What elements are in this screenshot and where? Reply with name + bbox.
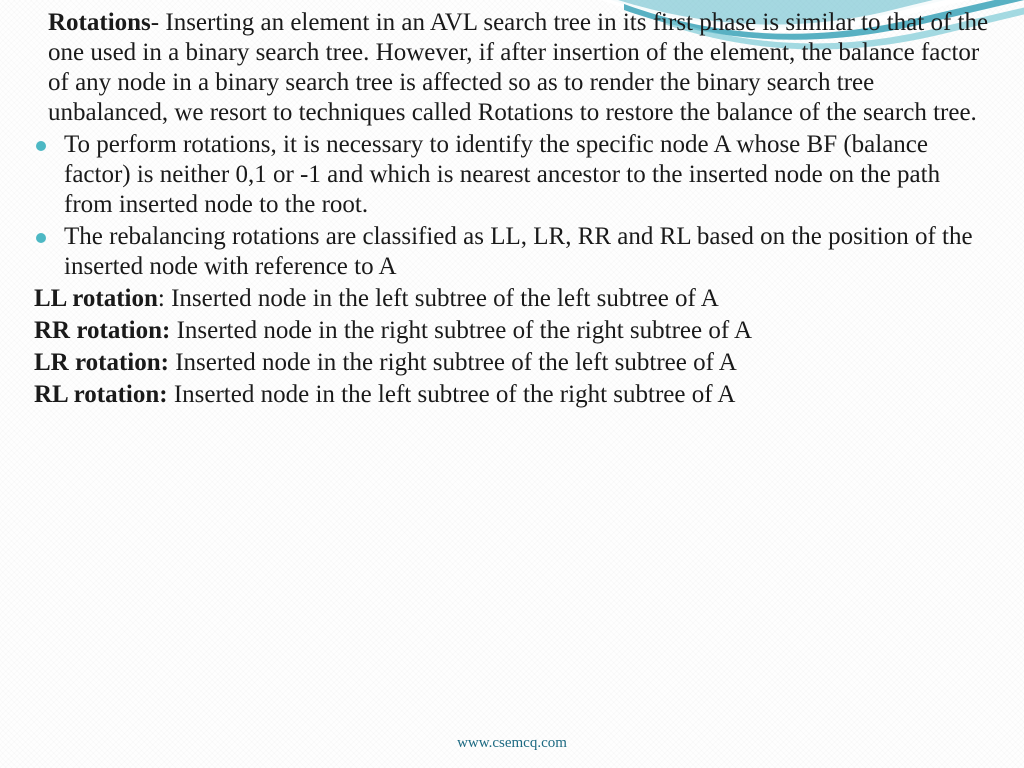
bullet-item: To perform rotations, it is necessary to… [34,130,990,220]
rr-rotation-line: RR rotation: Inserted node in the right … [34,316,990,346]
slide-content: Rotations- Inserting an element in an AV… [0,0,1024,410]
intro-heading: Rotations [48,9,151,36]
footer-url: www.csemcq.com [0,735,1024,752]
rl-rotation-line: RL rotation: Inserted node in the left s… [34,380,990,410]
rotation-desc: Inserted node in the right subtree of th… [175,349,737,376]
intro-text: - Inserting an element in an AVL search … [48,9,988,126]
rotation-label: LR rotation: [34,349,169,376]
rotation-label: LL rotation [34,285,158,312]
rotation-label: RL rotation: [34,381,168,408]
rotation-label: RR rotation: [34,317,170,344]
bullet-icon [36,141,46,151]
bullet-text: To perform rotations, it is necessary to… [64,130,990,220]
rotation-desc: Inserted node in the left subtree of the… [171,285,719,312]
rotation-desc: Inserted node in the right subtree of th… [177,317,753,344]
ll-rotation-line: LL rotation: Inserted node in the left s… [34,284,990,314]
bullet-text: The rebalancing rotations are classified… [64,222,990,282]
bullet-icon [36,233,46,243]
bullet-item: The rebalancing rotations are classified… [34,222,990,282]
intro-paragraph: Rotations- Inserting an element in an AV… [34,8,990,128]
rotation-desc: Inserted node in the left subtree of the… [174,381,736,408]
lr-rotation-line: LR rotation: Inserted node in the right … [34,348,990,378]
